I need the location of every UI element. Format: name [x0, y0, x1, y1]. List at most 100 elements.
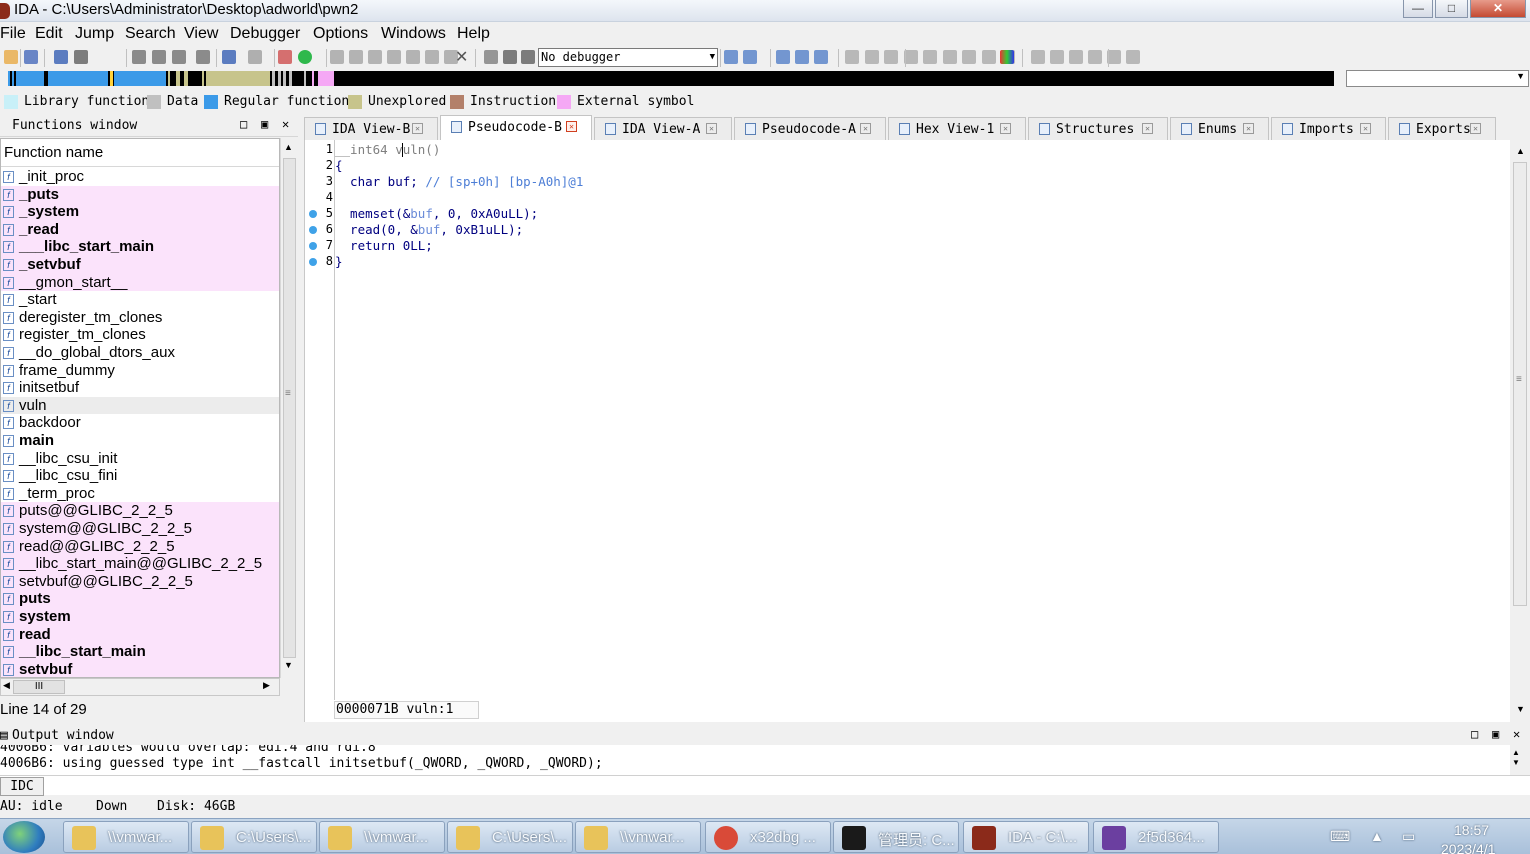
debug-tool-icon[interactable]: [795, 50, 809, 64]
tab-close-icon[interactable]: ✕: [412, 123, 423, 134]
open-icon[interactable]: [4, 50, 18, 64]
back-icon[interactable]: [54, 50, 68, 64]
navigation-band[interactable]: [8, 71, 1334, 86]
menu-jump[interactable]: Jump: [75, 25, 114, 43]
view-tool-icon[interactable]: [942, 50, 957, 64]
tool-icon[interactable]: [387, 50, 401, 64]
tab-structures[interactable]: Structures ✕: [1028, 117, 1168, 140]
menu-options[interactable]: Options: [313, 25, 368, 43]
forward-icon[interactable]: [74, 50, 88, 64]
navigation-combo[interactable]: ▼: [1346, 70, 1529, 87]
function-row[interactable]: f system@@GLIBC_2_2_5: [1, 520, 279, 538]
menu-file[interactable]: File: [0, 25, 26, 43]
function-row[interactable]: f puts@@GLIBC_2_2_5: [1, 502, 279, 520]
debug-tool-icon[interactable]: [776, 50, 790, 64]
function-row[interactable]: f deregister_tm_clones: [1, 309, 279, 327]
pseudocode-vertical-scrollbar[interactable]: ▲ ≡ ▼: [1511, 140, 1530, 722]
tool-icon[interactable]: [349, 50, 363, 64]
function-row[interactable]: f setvbuf@@GLIBC_2_2_5: [1, 572, 279, 591]
idc-button[interactable]: IDC: [0, 777, 44, 796]
tool-icon[interactable]: [406, 50, 420, 64]
float-icon[interactable]: ▣: [261, 117, 268, 131]
tab-close-icon[interactable]: ✕: [860, 123, 871, 134]
functions-horizontal-scrollbar[interactable]: ◀ III ▶: [0, 678, 280, 696]
view-tool-icon[interactable]: [864, 50, 879, 64]
tool-icon[interactable]: [368, 50, 382, 64]
network-icon[interactable]: ▭: [1402, 828, 1415, 845]
minimize-button[interactable]: —: [1403, 0, 1433, 18]
misc-tool-icon[interactable]: [1031, 50, 1045, 64]
scroll-thumb[interactable]: [283, 158, 296, 658]
output-scroll-arrows[interactable]: ▲ ▼: [1512, 748, 1520, 768]
close-button[interactable]: ✕: [1470, 0, 1526, 18]
tab-enums[interactable]: Enums ✕: [1170, 117, 1269, 140]
function-row[interactable]: f _init_proc: [1, 168, 279, 186]
function-row[interactable]: f __libc_csu_fini: [1, 467, 279, 485]
chart-icon[interactable]: [278, 50, 292, 64]
function-row[interactable]: f _start: [1, 291, 279, 309]
function-row[interactable]: f system: [1, 608, 279, 626]
scroll-left-icon[interactable]: ◀: [3, 680, 10, 691]
function-row[interactable]: f _setvbuf: [1, 256, 279, 274]
pseudocode-text[interactable]: __int64 vuln(){ char buf; // [sp+0h] [bp…: [334, 140, 1511, 700]
tab-close-icon[interactable]: ✕: [1000, 123, 1011, 134]
function-row[interactable]: f ___libc_start_main: [1, 238, 279, 256]
search-icon[interactable]: [132, 50, 146, 64]
taskbar-item[interactable]: \\vmwar...: [319, 821, 445, 853]
pause-icon[interactable]: [503, 50, 517, 64]
function-row[interactable]: f initsetbuf: [1, 379, 279, 397]
clock-date[interactable]: 2023/4/1: [1441, 841, 1496, 854]
close-icon[interactable]: ✕: [282, 117, 289, 131]
function-row[interactable]: f read: [1, 625, 279, 644]
tab-close-icon[interactable]: ✕: [1243, 123, 1254, 134]
breakpoint-dot-icon[interactable]: [309, 226, 317, 234]
function-row[interactable]: f read@@GLIBC_2_2_5: [1, 537, 279, 556]
function-row[interactable]: f backdoor: [1, 414, 279, 432]
debug-tool-icon[interactable]: [724, 50, 738, 64]
function-row[interactable]: f _term_proc: [1, 485, 279, 503]
menu-debugger[interactable]: Debugger: [230, 25, 300, 43]
debug-tool-icon[interactable]: [814, 50, 828, 64]
stop-icon[interactable]: [521, 50, 535, 64]
tab-imports[interactable]: Imports ✕: [1271, 117, 1386, 140]
function-row[interactable]: f __libc_start_main@@GLIBC_2_2_5: [1, 555, 279, 573]
function-row[interactable]: f _system: [1, 203, 279, 221]
tab-hex-view-1[interactable]: Hex View-1 ✕: [888, 117, 1026, 140]
function-row[interactable]: f __libc_start_main: [1, 643, 279, 661]
tab-pseudocode-a[interactable]: Pseudocode-A ✕: [734, 117, 886, 140]
run-icon[interactable]: [484, 50, 498, 64]
save-icon[interactable]: [24, 50, 38, 64]
debug-tool-icon[interactable]: [743, 50, 757, 64]
functions-vertical-scrollbar[interactable]: ▲ ≡ ▼: [280, 138, 298, 678]
tray-expand-icon[interactable]: ▲: [1370, 828, 1384, 844]
tab-close-icon[interactable]: ✕: [1470, 123, 1481, 134]
view-tool-icon[interactable]: [923, 50, 937, 64]
function-name-column-header[interactable]: Function name: [1, 139, 279, 167]
breakpoint-dot-icon[interactable]: [309, 258, 317, 266]
flag-icon[interactable]: [248, 50, 262, 64]
taskbar-item[interactable]: \\vmwar...: [575, 821, 701, 853]
taskbar-item[interactable]: \\vmwar...: [63, 821, 189, 853]
download-icon[interactable]: [222, 50, 236, 64]
tool-icon[interactable]: [330, 50, 344, 64]
tab-ida-view-b[interactable]: IDA View-B ✕: [304, 117, 438, 140]
hscroll-thumb[interactable]: III: [13, 680, 65, 694]
function-row[interactable]: f __libc_csu_init: [1, 450, 279, 468]
breakpoint-dot-icon[interactable]: [309, 242, 317, 250]
debugger-select[interactable]: No debugger ▼: [538, 48, 718, 67]
function-row[interactable]: f vuln: [1, 396, 279, 415]
misc-tool-icon[interactable]: [1126, 50, 1140, 64]
menu-view[interactable]: View: [184, 25, 218, 43]
search-icon[interactable]: [196, 50, 210, 64]
restore-icon[interactable]: □: [1471, 727, 1478, 741]
function-row[interactable]: f __do_global_dtors_aux: [1, 344, 279, 362]
colors-icon[interactable]: [1000, 50, 1014, 64]
misc-tool-icon[interactable]: [1069, 50, 1083, 64]
scroll-up-icon[interactable]: ▲: [284, 142, 293, 152]
tab-close-icon[interactable]: ✕: [1360, 123, 1371, 134]
restore-icon[interactable]: □: [240, 117, 247, 131]
taskbar-item[interactable]: C:\Users\...: [191, 821, 317, 853]
function-row[interactable]: f __gmon_start__: [1, 273, 279, 292]
keyboard-icon[interactable]: ⌨: [1330, 828, 1350, 845]
scroll-up-icon[interactable]: ▲: [1516, 146, 1525, 156]
